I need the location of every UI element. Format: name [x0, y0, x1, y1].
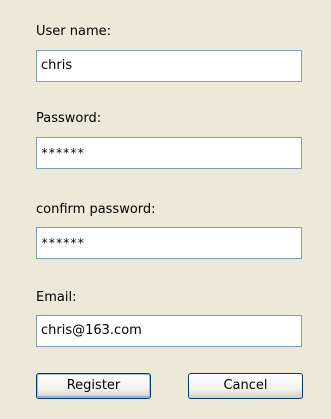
register-button[interactable]: Register	[36, 373, 151, 399]
registration-form: User name: chris Password: ****** confir…	[0, 0, 331, 419]
email-field[interactable]: chris@163.com	[36, 315, 302, 347]
cancel-button[interactable]: Cancel	[188, 373, 303, 399]
confirm-password-field[interactable]: ******	[36, 227, 302, 259]
confirm-password-label: confirm password:	[36, 202, 156, 217]
email-label: Email:	[36, 290, 77, 305]
username-field[interactable]: chris	[36, 50, 302, 82]
password-label: Password:	[36, 111, 102, 126]
username-label: User name:	[36, 24, 112, 39]
password-field[interactable]: ******	[36, 137, 302, 169]
